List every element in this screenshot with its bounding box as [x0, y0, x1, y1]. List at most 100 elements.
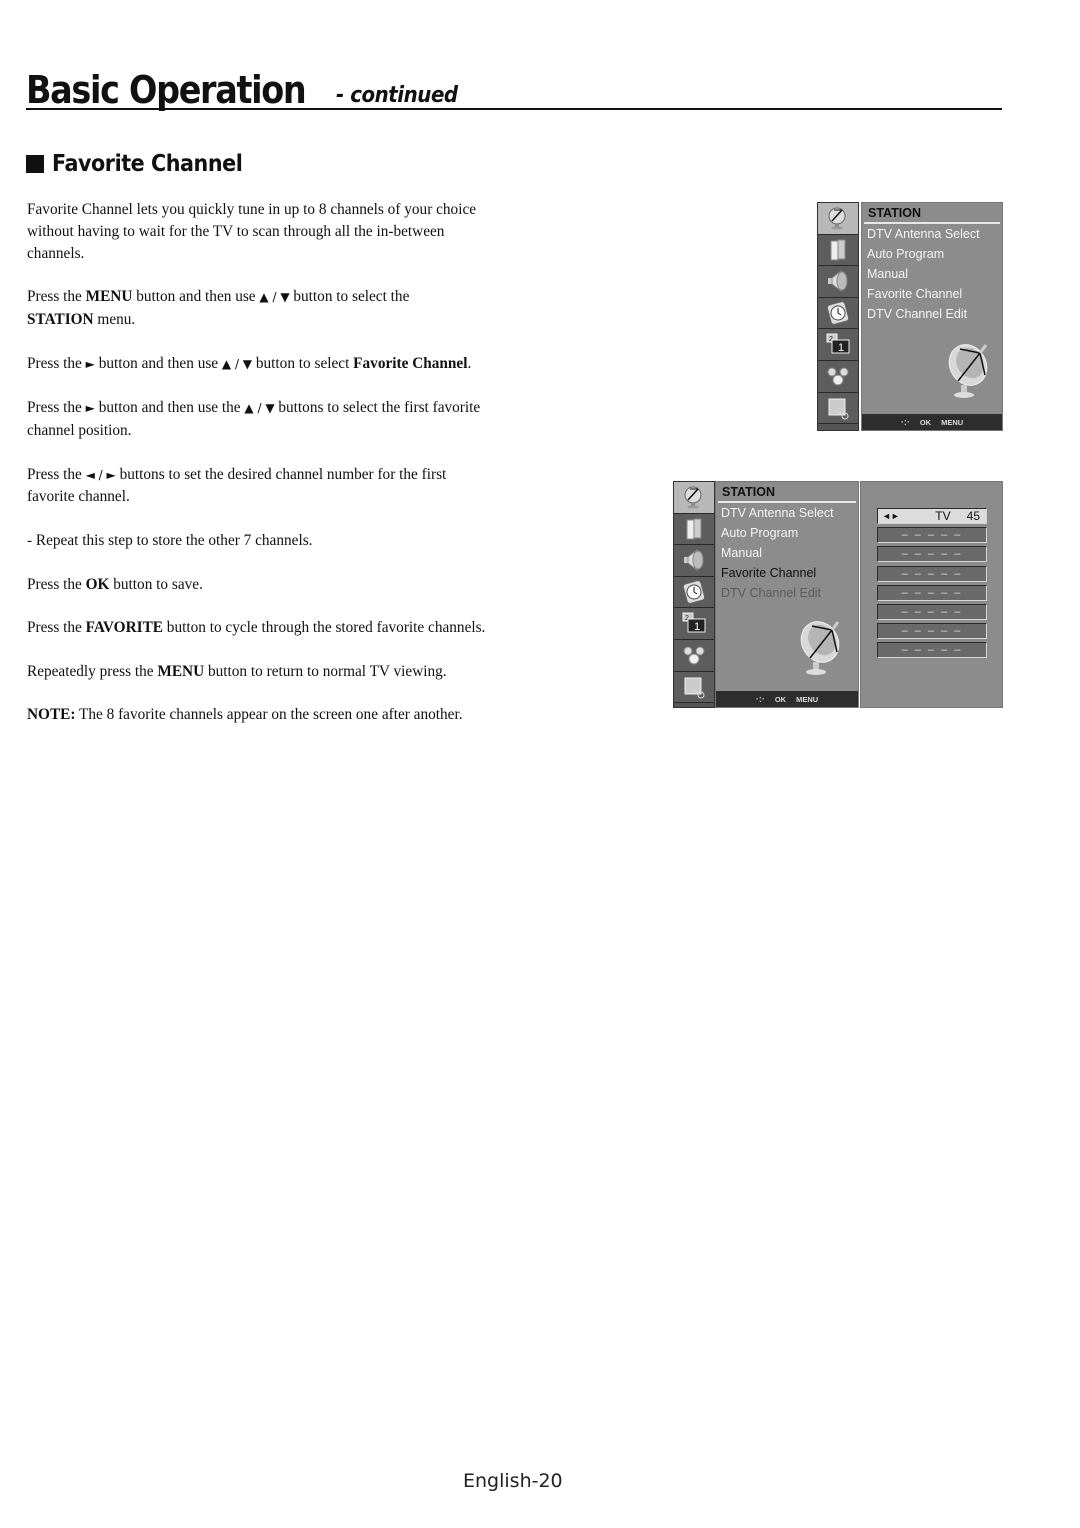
menu-item-dtv-antenna-select[interactable]: DTV Antenna Select: [716, 503, 858, 523]
menu-key-label: MENU: [85, 288, 133, 306]
menu-heading: STATION: [718, 482, 856, 503]
text: Press the: [27, 354, 86, 372]
step-paragraph: Press the ► button and then use the ▲ / …: [27, 397, 497, 442]
menu-item-manual[interactable]: Manual: [862, 264, 1002, 284]
favorite-slot-3[interactable]: – – – – –: [877, 546, 987, 562]
menu-item-auto-program[interactable]: Auto Program: [862, 244, 1002, 264]
menu-item-dtv-channel-edit[interactable]: DTV Channel Edit: [862, 304, 1002, 324]
left-right-arrow-icon: ◄►: [882, 511, 900, 521]
note-paragraph: NOTE: The 8 favorite channels appear on …: [27, 704, 497, 726]
left-right-arrow-icon: ◄ / ►: [85, 467, 116, 482]
station-icon[interactable]: [818, 203, 858, 235]
note-label: NOTE:: [27, 706, 76, 724]
right-arrow-icon: ►: [85, 356, 95, 371]
time-icon[interactable]: [674, 576, 714, 609]
station-menu-panel: STATION DTV Antenna Select Auto Program …: [861, 202, 1003, 431]
menu-item-auto-program[interactable]: Auto Program: [716, 523, 858, 543]
favorite-slot-6[interactable]: – – – – –: [877, 604, 987, 620]
square-bullet-icon: [26, 155, 44, 173]
text: Press the: [27, 288, 86, 306]
step-paragraph: Press the ◄ / ► buttons to set the desir…: [27, 464, 497, 509]
favorite-slot-8[interactable]: – – – – –: [877, 642, 987, 658]
up-down-arrow-icon: ▲ / ▼: [259, 290, 290, 305]
option-icon[interactable]: [818, 360, 858, 393]
page-subtitle: - continued: [336, 83, 458, 108]
channel-number: 45: [966, 509, 980, 523]
menu-hint: MENU: [941, 417, 964, 427]
step-paragraph: Repeatedly press the MENU button to retu…: [27, 661, 497, 683]
picture-icon[interactable]: [818, 234, 858, 267]
favorite-slot-5[interactable]: – – – – –: [877, 585, 987, 601]
section-title: Favorite Channel: [52, 151, 243, 177]
tv-menu-screenshot-1: 21 STATION DTV Antenna Select Auto Progr…: [817, 202, 1003, 431]
text: menu.: [93, 310, 136, 328]
station-label: STATION: [27, 310, 94, 328]
text: button and then use the: [94, 399, 245, 417]
step-paragraph: Press the MENU button and then use ▲ / ▼…: [27, 286, 497, 331]
audio-icon[interactable]: [818, 266, 858, 298]
ok-hint: OK: [919, 417, 932, 427]
pip-icon[interactable]: 21: [674, 608, 714, 640]
picture-icon[interactable]: [674, 513, 714, 546]
tv-menu-screenshot-2: 21 STATION DTV Antenna Select Auto Progr…: [673, 481, 859, 708]
satellite-dish-icon: [794, 618, 848, 680]
menu-footer-bar: ·:· OK MENU: [716, 691, 858, 707]
step-paragraph: Press the OK button to save.: [27, 574, 497, 596]
menu-icon-column: 21: [817, 202, 859, 431]
favorite-slot-4[interactable]: – – – – –: [877, 565, 987, 582]
pip-icon[interactable]: 21: [818, 329, 858, 361]
lock-icon[interactable]: [818, 392, 858, 425]
page-header: Basic Operation - continued: [26, 68, 1002, 110]
section-heading: Favorite Channel: [26, 150, 264, 178]
favorite-slot-1[interactable]: ◄► TV 45: [877, 508, 987, 524]
audio-icon[interactable]: [674, 545, 714, 577]
menu-key-label: MENU: [157, 662, 205, 680]
option-icon[interactable]: [674, 639, 714, 672]
text: Press the: [27, 465, 86, 483]
menu-item-favorite-channel[interactable]: Favorite Channel: [716, 563, 858, 583]
step-paragraph: Press the ► button and then use ▲ / ▼ bu…: [27, 353, 497, 376]
menu-hint: MENU: [796, 694, 819, 704]
menu-item-favorite-channel[interactable]: Favorite Channel: [862, 284, 1002, 304]
intro-paragraph: Favorite Channel lets you quickly tune i…: [27, 201, 477, 262]
up-down-arrow-icon: ▲ / ▼: [221, 356, 253, 371]
menu-heading: STATION: [864, 203, 1000, 224]
navigate-icon: ·:·: [900, 417, 910, 427]
text: Press the: [27, 399, 86, 417]
text: The 8 favorite channels appear on the sc…: [75, 706, 463, 724]
menu-item-manual[interactable]: Manual: [716, 543, 858, 563]
station-menu-panel: STATION DTV Antenna Select Auto Program …: [715, 481, 859, 708]
favorite-slot-2[interactable]: – – – – –: [877, 527, 987, 543]
text: button and then use: [94, 354, 222, 372]
text: button to return to normal TV viewing.: [204, 662, 447, 680]
text: button and then use: [132, 288, 260, 306]
ok-hint: OK: [774, 694, 787, 704]
text: button to select the: [289, 288, 410, 306]
channel-source: TV: [935, 509, 951, 523]
text: button to cycle through the stored favor…: [162, 619, 486, 637]
ok-key-label: OK: [85, 575, 110, 593]
favorite-slot-7[interactable]: – – – – –: [877, 623, 987, 639]
step-note: - Repeat this step to store the other 7 …: [27, 531, 313, 549]
text: button to save.: [109, 575, 203, 593]
lock-icon[interactable]: [674, 671, 714, 704]
text: Repeatedly press the: [27, 662, 158, 680]
time-icon[interactable]: [818, 297, 858, 330]
right-arrow-icon: ►: [85, 401, 95, 416]
text: button to select: [252, 354, 354, 372]
favorite-channel-panel: ◄► TV 45 – – – – – – – – – – – – – – – –…: [860, 481, 1003, 708]
step-paragraph: Press the FAVORITE button to cycle throu…: [27, 617, 497, 639]
menu-item-dtv-antenna-select[interactable]: DTV Antenna Select: [862, 224, 1002, 244]
text: .: [467, 354, 472, 372]
satellite-dish-icon: [942, 341, 996, 403]
instructions: Favorite Channel lets you quickly tune i…: [27, 199, 497, 748]
favorite-key-label: FAVORITE: [85, 619, 163, 637]
menu-item-dtv-channel-edit[interactable]: DTV Channel Edit: [716, 583, 858, 603]
text: Press the: [27, 575, 86, 593]
page-number: English-20: [463, 1470, 563, 1492]
svg-text:1: 1: [838, 342, 844, 354]
up-down-arrow-icon: ▲ / ▼: [244, 401, 275, 416]
navigate-icon: ·:·: [755, 694, 765, 704]
station-icon[interactable]: [674, 482, 714, 514]
page-title: Basic Operation: [26, 68, 307, 112]
